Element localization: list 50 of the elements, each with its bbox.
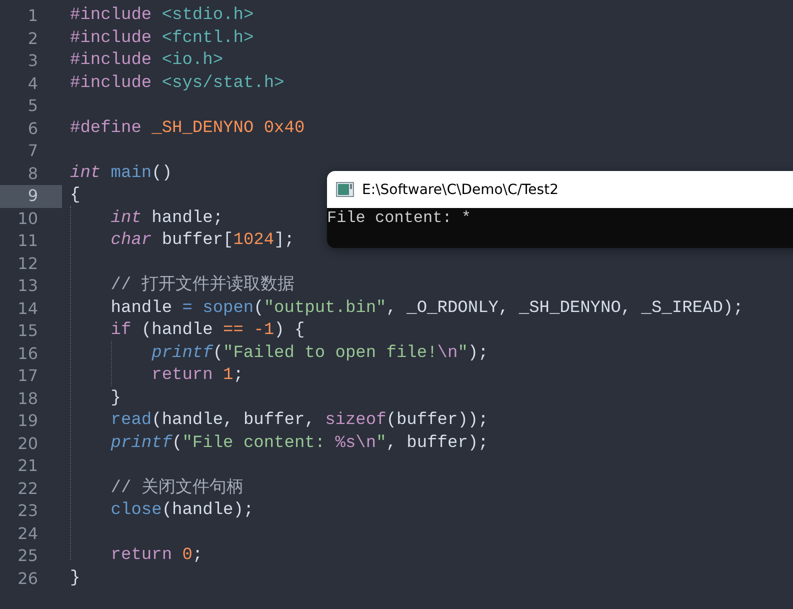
code-line: handle = sopen("output.bin", _O_RDONLY, _SH_DENYNO, _S_IREAD); [110, 298, 744, 320]
code-line: int main() [70, 162, 172, 184]
code-line: char buffer[1024]; [110, 230, 294, 252]
line-number: 13 [16, 275, 39, 297]
line-number: 8 [26, 162, 39, 184]
line-number: 9 [0, 185, 62, 208]
line-number: 12 [16, 252, 39, 274]
line-number: 25 [16, 545, 39, 567]
line-number: 14 [16, 298, 39, 320]
code-line: #include <sys/stat.h> [70, 72, 284, 94]
code-line: return 0; [110, 545, 203, 567]
line-number: 19 [16, 410, 39, 432]
code-line: } [70, 568, 80, 590]
line-number: 6 [26, 118, 39, 140]
console-app-icon [336, 182, 354, 197]
console-output: File content: * [327, 209, 472, 227]
line-number: 17 [16, 365, 39, 387]
line-number: 5 [26, 95, 39, 117]
code-line: int handle; [110, 208, 224, 230]
code-line: } [110, 388, 122, 410]
code-line: printf("Failed to open file!\n"); [150, 342, 488, 364]
code-line: printf("File content: %s\n", buffer); [110, 432, 488, 454]
line-number: 1 [26, 5, 39, 27]
line-number: 23 [16, 500, 39, 522]
line-number: 11 [16, 230, 39, 252]
window-title: E:\Software\C\Demo\C/Test2 [362, 182, 558, 198]
line-number: 7 [26, 140, 39, 162]
line-number: 2 [26, 28, 39, 50]
line-number: 20 [16, 432, 39, 454]
line-number: 10 [16, 208, 39, 230]
code-line: return 1; [150, 365, 244, 387]
line-number: 4 [26, 72, 39, 94]
code-line: read(handle, buffer, sizeof(buffer)); [110, 410, 488, 432]
code-line: #include <stdio.h> [70, 5, 254, 27]
code-line: #define _SH_DENYNO 0x40 [70, 118, 305, 140]
code-line: { [70, 185, 80, 207]
line-number: 21 [16, 455, 39, 477]
code-line: #include <fcntl.h> [70, 28, 254, 50]
line-number: 18 [16, 388, 39, 410]
line-number: 24 [16, 522, 39, 544]
line-number: 22 [16, 478, 39, 500]
code-line: if (handle == -1) { [110, 320, 305, 342]
line-number: 15 [16, 320, 39, 342]
line-number: 16 [16, 342, 39, 364]
line-number: 26 [16, 568, 39, 590]
code-line: // 关闭文件句柄 [110, 478, 244, 500]
code-line: close(handle); [110, 500, 254, 522]
code-line: // 打开文件并读取数据 [110, 275, 294, 297]
line-number: 3 [26, 50, 39, 72]
code-line: #include <io.h> [70, 50, 224, 72]
